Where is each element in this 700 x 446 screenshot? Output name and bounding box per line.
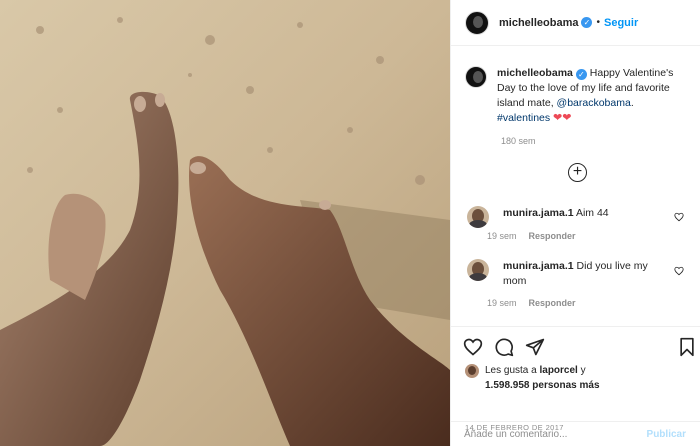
likes-summary: Les gusta a laporcel y 1.598.958 persona… <box>465 363 600 393</box>
comment-text: munira.jama.1 Aim 44 <box>503 206 673 228</box>
comment-icon[interactable] <box>494 337 514 357</box>
reply-button[interactable]: Responder <box>529 298 576 308</box>
comment-item: munira.jama.1 Aim 44 <box>465 206 690 228</box>
reply-button[interactable]: Responder <box>529 231 576 241</box>
likes-text: Les gusta a laporcel y 1.598.958 persona… <box>485 363 600 393</box>
commenter-avatar[interactable] <box>467 259 489 281</box>
author-avatar[interactable] <box>465 10 489 35</box>
comment-content: Aim 44 <box>573 207 609 219</box>
post-side-panel: michelleobama ✓ • Seguir michelleobama ✓ … <box>450 0 700 446</box>
commenter-avatar[interactable] <box>467 206 489 228</box>
comment-like-heart-icon[interactable] <box>674 212 684 222</box>
publish-button[interactable]: Publicar <box>647 429 686 440</box>
comment-meta: 19 sem Responder <box>487 231 576 241</box>
caption-author-avatar[interactable] <box>465 66 487 88</box>
bookmark-icon[interactable] <box>677 337 697 357</box>
share-icon[interactable] <box>525 337 545 357</box>
post-caption: michelleobama ✓ Happy Valentine's Day to … <box>465 66 690 126</box>
comment-time[interactable]: 19 sem <box>487 298 517 308</box>
beach-feet-image <box>0 0 450 446</box>
hashtag-link[interactable]: #valentines <box>497 112 550 124</box>
separator-dot: • <box>596 17 600 28</box>
liker-username[interactable]: laporcel <box>539 365 577 376</box>
post-header: michelleobama ✓ • Seguir <box>451 0 700 46</box>
comment-input[interactable] <box>464 428 647 440</box>
caption-verified-icon: ✓ <box>575 69 587 80</box>
caption-text: michelleobama ✓ Happy Valentine's Day to … <box>497 66 690 126</box>
comment-text: munira.jama.1 Did you live my mom <box>503 259 673 289</box>
comment-like-heart-icon[interactable] <box>674 266 684 276</box>
likes-prefix: Les gusta a <box>485 365 540 376</box>
post-photo[interactable] <box>0 0 450 446</box>
comment-meta: 19 sem Responder <box>487 298 576 308</box>
likes-count[interactable]: 1.598.958 <box>485 380 530 391</box>
commenter-username[interactable]: munira.jama.1 <box>503 207 574 219</box>
caption-username[interactable]: michelleobama <box>497 67 573 79</box>
likes-conjunction: y <box>577 365 586 376</box>
comment-item: munira.jama.1 Did you live my mom <box>465 259 690 289</box>
commenter-username[interactable]: munira.jama.1 <box>503 260 574 272</box>
comment-time[interactable]: 19 sem <box>487 231 517 241</box>
caption-time[interactable]: 180 sem <box>501 136 536 146</box>
author-username[interactable]: michelleobama <box>499 17 578 29</box>
likes-suffix[interactable]: personas más <box>530 380 599 391</box>
heart-icon[interactable] <box>463 337 483 357</box>
hearts-emoji: ❤❤ <box>553 112 572 124</box>
add-comment-bar: Publicar <box>450 421 700 446</box>
caption-end: . <box>630 97 634 109</box>
follow-button[interactable]: Seguir <box>604 17 638 29</box>
load-more-comments-icon[interactable]: + <box>568 163 587 182</box>
verified-badge-icon: ✓ <box>581 17 593 28</box>
mention-link[interactable]: @barackobama <box>557 97 631 109</box>
liker-avatar[interactable] <box>465 364 479 378</box>
